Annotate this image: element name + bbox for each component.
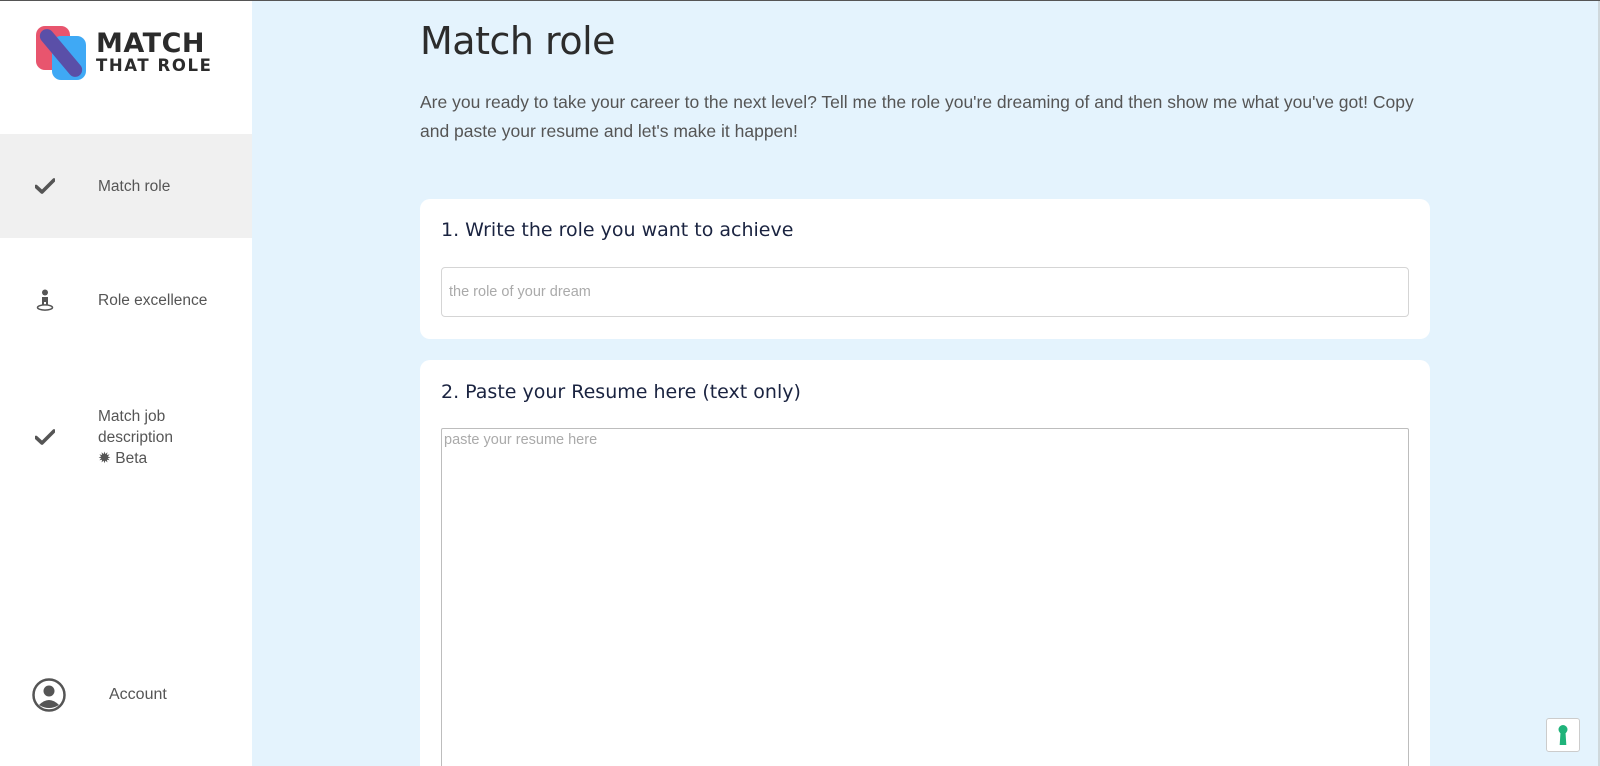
- account-button[interactable]: Account: [32, 677, 232, 713]
- resume-card: 2. Paste your Resume here (text only): [420, 360, 1430, 766]
- account-circle-icon: [32, 678, 66, 712]
- sidebar: MATCH THAT ROLE Match role Role excellen…: [0, 1, 252, 766]
- sidebar-item-label-line-2: description: [98, 429, 173, 446]
- check-icon: [34, 426, 56, 448]
- logo-text: MATCH THAT ROLE: [96, 30, 212, 75]
- check-icon: [34, 175, 56, 197]
- sidebar-item-match-job-description[interactable]: Match job description ✹ Beta: [0, 399, 252, 469]
- sidebar-item-label: Match role: [98, 178, 171, 195]
- keyhole-icon: [1558, 725, 1568, 745]
- sidebar-item-label: Match job description ✹ Beta: [98, 406, 173, 469]
- person-pin-icon: [34, 289, 56, 311]
- sidebar-item-label-line-1: Match job: [98, 408, 166, 425]
- role-card-title: 1. Write the role you want to achieve: [441, 219, 794, 241]
- logo-mark-icon: [36, 26, 86, 80]
- resume-textarea[interactable]: [441, 428, 1409, 766]
- help-button[interactable]: [1546, 718, 1580, 752]
- intro-text: Are you ready to take your career to the…: [420, 92, 1414, 141]
- logo-line-1: MATCH: [96, 27, 205, 59]
- role-input[interactable]: [441, 267, 1409, 317]
- sidebar-item-match-role[interactable]: Match role: [0, 134, 252, 238]
- sidebar-item-role-excellence[interactable]: Role excellence: [0, 261, 252, 341]
- account-label: Account: [109, 686, 167, 703]
- page-title: Match role: [420, 19, 616, 63]
- sidebar-item-label: Role excellence: [98, 292, 208, 309]
- beta-badge: ✹ Beta: [98, 450, 148, 467]
- logo-line-2: THAT ROLE: [96, 55, 213, 75]
- resume-card-title: 2. Paste your Resume here (text only): [441, 381, 801, 403]
- logo[interactable]: MATCH THAT ROLE: [36, 23, 216, 81]
- role-card: 1. Write the role you want to achieve: [420, 199, 1430, 339]
